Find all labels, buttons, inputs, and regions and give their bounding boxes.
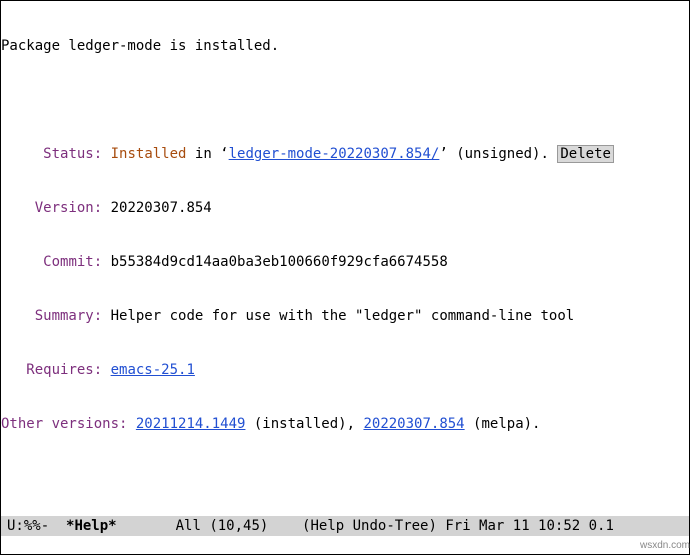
modeline-coding: U:%%- [7,516,49,536]
other-version-2-after: (melpa). [465,416,541,432]
modeline-time: Fri Mar 11 10:52 0.1 [445,516,614,536]
package-header: Package ledger-mode is installed. [1,38,279,54]
commit-value: b55384d9cd14aa0ba3eb100660f929cfa6674558 [111,254,448,270]
package-dir-link[interactable]: ledger-mode-20220307.854/ [229,146,440,162]
commit-label: Commit: [43,254,102,270]
modeline-position: All (10,45) [176,516,269,536]
delete-button[interactable]: Delete [557,145,614,163]
emacs-frame: Package ledger-mode is installed. Status… [0,0,690,555]
help-buffer[interactable]: Package ledger-mode is installed. Status… [1,1,689,516]
watermark: wsxdn.com [640,537,690,555]
requires-label: Requires: [26,362,102,378]
other-version-1-after: (installed), [245,416,363,432]
status-value: Installed [111,146,187,162]
other-version-1-link[interactable]: 20211214.1449 [136,416,246,432]
mode-line[interactable]: U:%%- *Help* All (10,45) (Help Undo-Tree… [1,516,689,536]
summary-value: Helper code for use with the "ledger" co… [111,308,575,324]
minibuffer[interactable] [1,536,689,554]
status-after-dir: ’ (unsigned). [439,146,557,162]
other-version-2-link[interactable]: 20220307.854 [363,416,464,432]
summary-label: Summary: [35,308,102,324]
modeline-modes: (Help Undo-Tree) [302,516,437,536]
other-versions-label: Other versions: [1,416,127,432]
requires-link[interactable]: emacs-25.1 [111,362,195,378]
status-in-text: in ‘ [186,146,228,162]
modeline-buffer-name: *Help* [66,516,117,536]
version-label: Version: [35,200,102,216]
status-label: Status: [43,146,102,162]
version-value: 20220307.854 [111,200,212,216]
